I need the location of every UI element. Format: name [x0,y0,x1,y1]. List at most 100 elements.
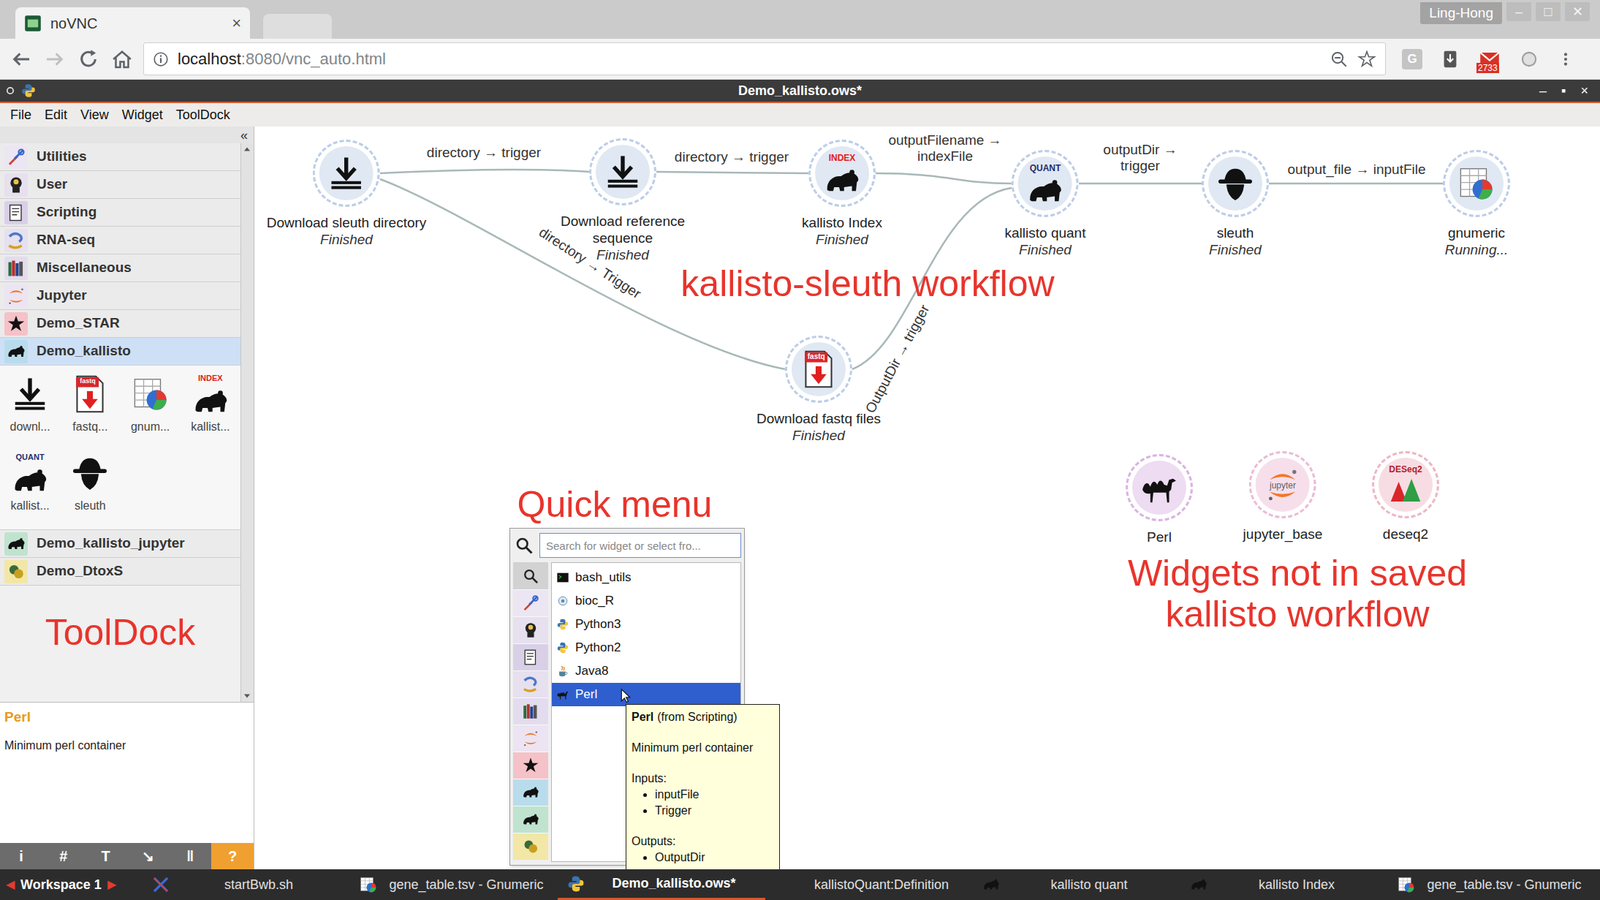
dock-toolbar-button[interactable]: i [0,842,43,870]
category-tab[interactable] [513,751,549,779]
workflow-node[interactable]: QUANTkallisto quantFinished [1005,149,1087,259]
taskbar-item[interactable]: gene_table.tsv - Gnumeric [350,869,558,900]
profile-button[interactable]: Ling-Hong [1420,2,1503,25]
category-tab[interactable] [513,643,549,671]
taskbar-item[interactable]: startBwb.sh [142,869,351,900]
dock-toolbar-button[interactable]: ↘ [126,842,169,870]
browser-tab[interactable] [263,13,332,39]
category-tab[interactable] [513,805,549,833]
tools-icon [521,593,541,613]
workflow-node[interactable]: Download sleuth directoryFinished [266,139,427,248]
dock-toolbar-button[interactable]: ‖ [168,842,212,870]
category-tab[interactable] [513,697,549,725]
app-window-control[interactable]: ▪ [1561,84,1566,98]
workflow-node[interactable]: Perl [1125,453,1193,546]
app-window-control[interactable]: – [1539,84,1547,98]
widget-tile[interactable]: sleuth [59,447,120,527]
category-row[interactable]: RNA-seq [0,226,241,255]
category-tile [4,201,28,225]
category-tab[interactable] [513,778,549,806]
category-row[interactable]: Demo_kallisto [0,337,241,366]
taskbar-item[interactable]: gene_table.tsv - Gnumeric [1388,869,1596,900]
category-row[interactable]: User [0,171,241,199]
category-tab[interactable] [513,589,549,617]
quick-menu-item[interactable]: bash_utils [551,565,741,590]
quick-menu-item[interactable]: Java8 [551,659,741,683]
category-row[interactable]: Utilities [0,143,241,172]
zoom-out-icon[interactable] [1329,49,1349,69]
window-control-button[interactable]: □ [1535,2,1561,22]
back-arrow-icon[interactable] [8,46,34,72]
reload-icon[interactable] [76,46,101,72]
extension-button[interactable]: G [1401,48,1423,70]
quick-menu-search-field[interactable] [539,532,742,558]
scrollbar[interactable] [240,143,254,702]
workflow-node[interactable]: sleuthFinished [1201,149,1269,259]
category-row[interactable]: Demo_DtoxS [0,557,241,586]
quick-menu-item[interactable]: Perl [551,682,741,707]
dock-toolbar-button[interactable]: # [42,842,85,870]
bear-icon [5,533,27,555]
collapse-button[interactable]: « [240,128,248,142]
browser-tab[interactable]: noVNC× [15,7,250,39]
taskbar-item[interactable]: kallistoQuant:Definition [765,869,973,900]
node-label: Download fastq filesFinished [756,410,881,444]
workspace-next[interactable]: ▶ [107,875,117,894]
category-tab[interactable] [513,724,549,752]
workflow-node[interactable]: DESeq2deseq2 [1371,450,1440,543]
workflow-node[interactable]: Download referencesequenceFinished [560,138,685,264]
tool-dock-header: « [0,126,254,144]
node-disc: INDEX [814,146,870,201]
menu-dots-icon[interactable] [1556,48,1575,70]
widget-tile[interactable]: fastqfastq... [59,368,120,448]
category-row[interactable]: Scripting [0,198,241,227]
tools-icon [5,146,27,168]
tab-close-button[interactable]: × [231,15,242,32]
node-ring: jupyter [1249,450,1317,519]
category-row[interactable]: Miscellaneous [0,254,241,283]
extension-circle-icon[interactable] [1518,48,1540,70]
workflow-node[interactable]: gnumericRunning... [1442,149,1511,259]
category-tab[interactable] [513,670,549,698]
category-tab[interactable] [513,832,549,860]
widget-tile[interactable]: QUANTkallist... [0,447,60,527]
dock-toolbar-button[interactable]: ? [211,842,254,870]
category-tab[interactable] [513,616,549,644]
address-field[interactable]: localhost:8080/vnc_auto.html [143,42,1386,76]
category-tab[interactable] [513,562,549,590]
menu-item[interactable]: View [80,105,109,125]
quick-menu-item[interactable]: Python3 [551,612,741,636]
workflow-canvas[interactable]: directory → triggerdirectory → triggerou… [254,126,1600,870]
home-icon[interactable] [109,46,135,72]
window-control-button[interactable]: – [1506,2,1532,22]
window-control-button[interactable]: ✕ [1564,2,1590,22]
widget-tile[interactable]: INDEXkallist... [180,368,241,448]
workspace-prev[interactable]: ◀ [5,875,15,894]
widget-tile[interactable]: downl... [0,368,60,448]
gmail-extension[interactable]: 2733 [1477,48,1502,71]
quick-menu-item[interactable]: Python2 [551,635,741,660]
category-row[interactable]: Demo_STAR [0,309,241,338]
extension-download-icon[interactable] [1439,48,1461,70]
workflow-node[interactable]: fastqDownload fastq filesFinished [756,335,881,444]
app-window-control[interactable]: × [1580,84,1589,98]
category-row[interactable]: Demo_kallisto_jupyter [0,529,241,558]
workspace-switcher[interactable]: ◀Workspace 1▶ [0,874,143,895]
menu-item[interactable]: ToolDock [176,105,231,125]
star-icon[interactable] [1357,49,1377,69]
workflow-node[interactable]: INDEXkallisto IndexFinished [801,139,883,248]
taskbar-item[interactable]: kallisto quant [972,869,1181,900]
forward-arrow-icon[interactable] [42,46,68,72]
dock-toolbar-button[interactable]: T [84,842,128,870]
taskbar-item[interactable]: kallisto Index [1180,869,1389,900]
menu-item[interactable]: Widget [122,105,163,125]
taskbar-item[interactable]: Demo_kallisto.ows* [557,869,766,900]
node-title: Download sleuth directory [266,214,427,231]
menu-item[interactable]: File [10,105,32,125]
category-row[interactable]: Jupyter [0,282,241,310]
quick-menu-item[interactable]: bioc_R [551,589,741,613]
widget-tile[interactable]: gnum... [120,368,181,448]
menu-item[interactable]: Edit [44,105,68,125]
workflow-node[interactable]: jupyterjupyter_base [1243,450,1323,543]
taskbar-item-label: kallisto quant [1006,874,1172,895]
